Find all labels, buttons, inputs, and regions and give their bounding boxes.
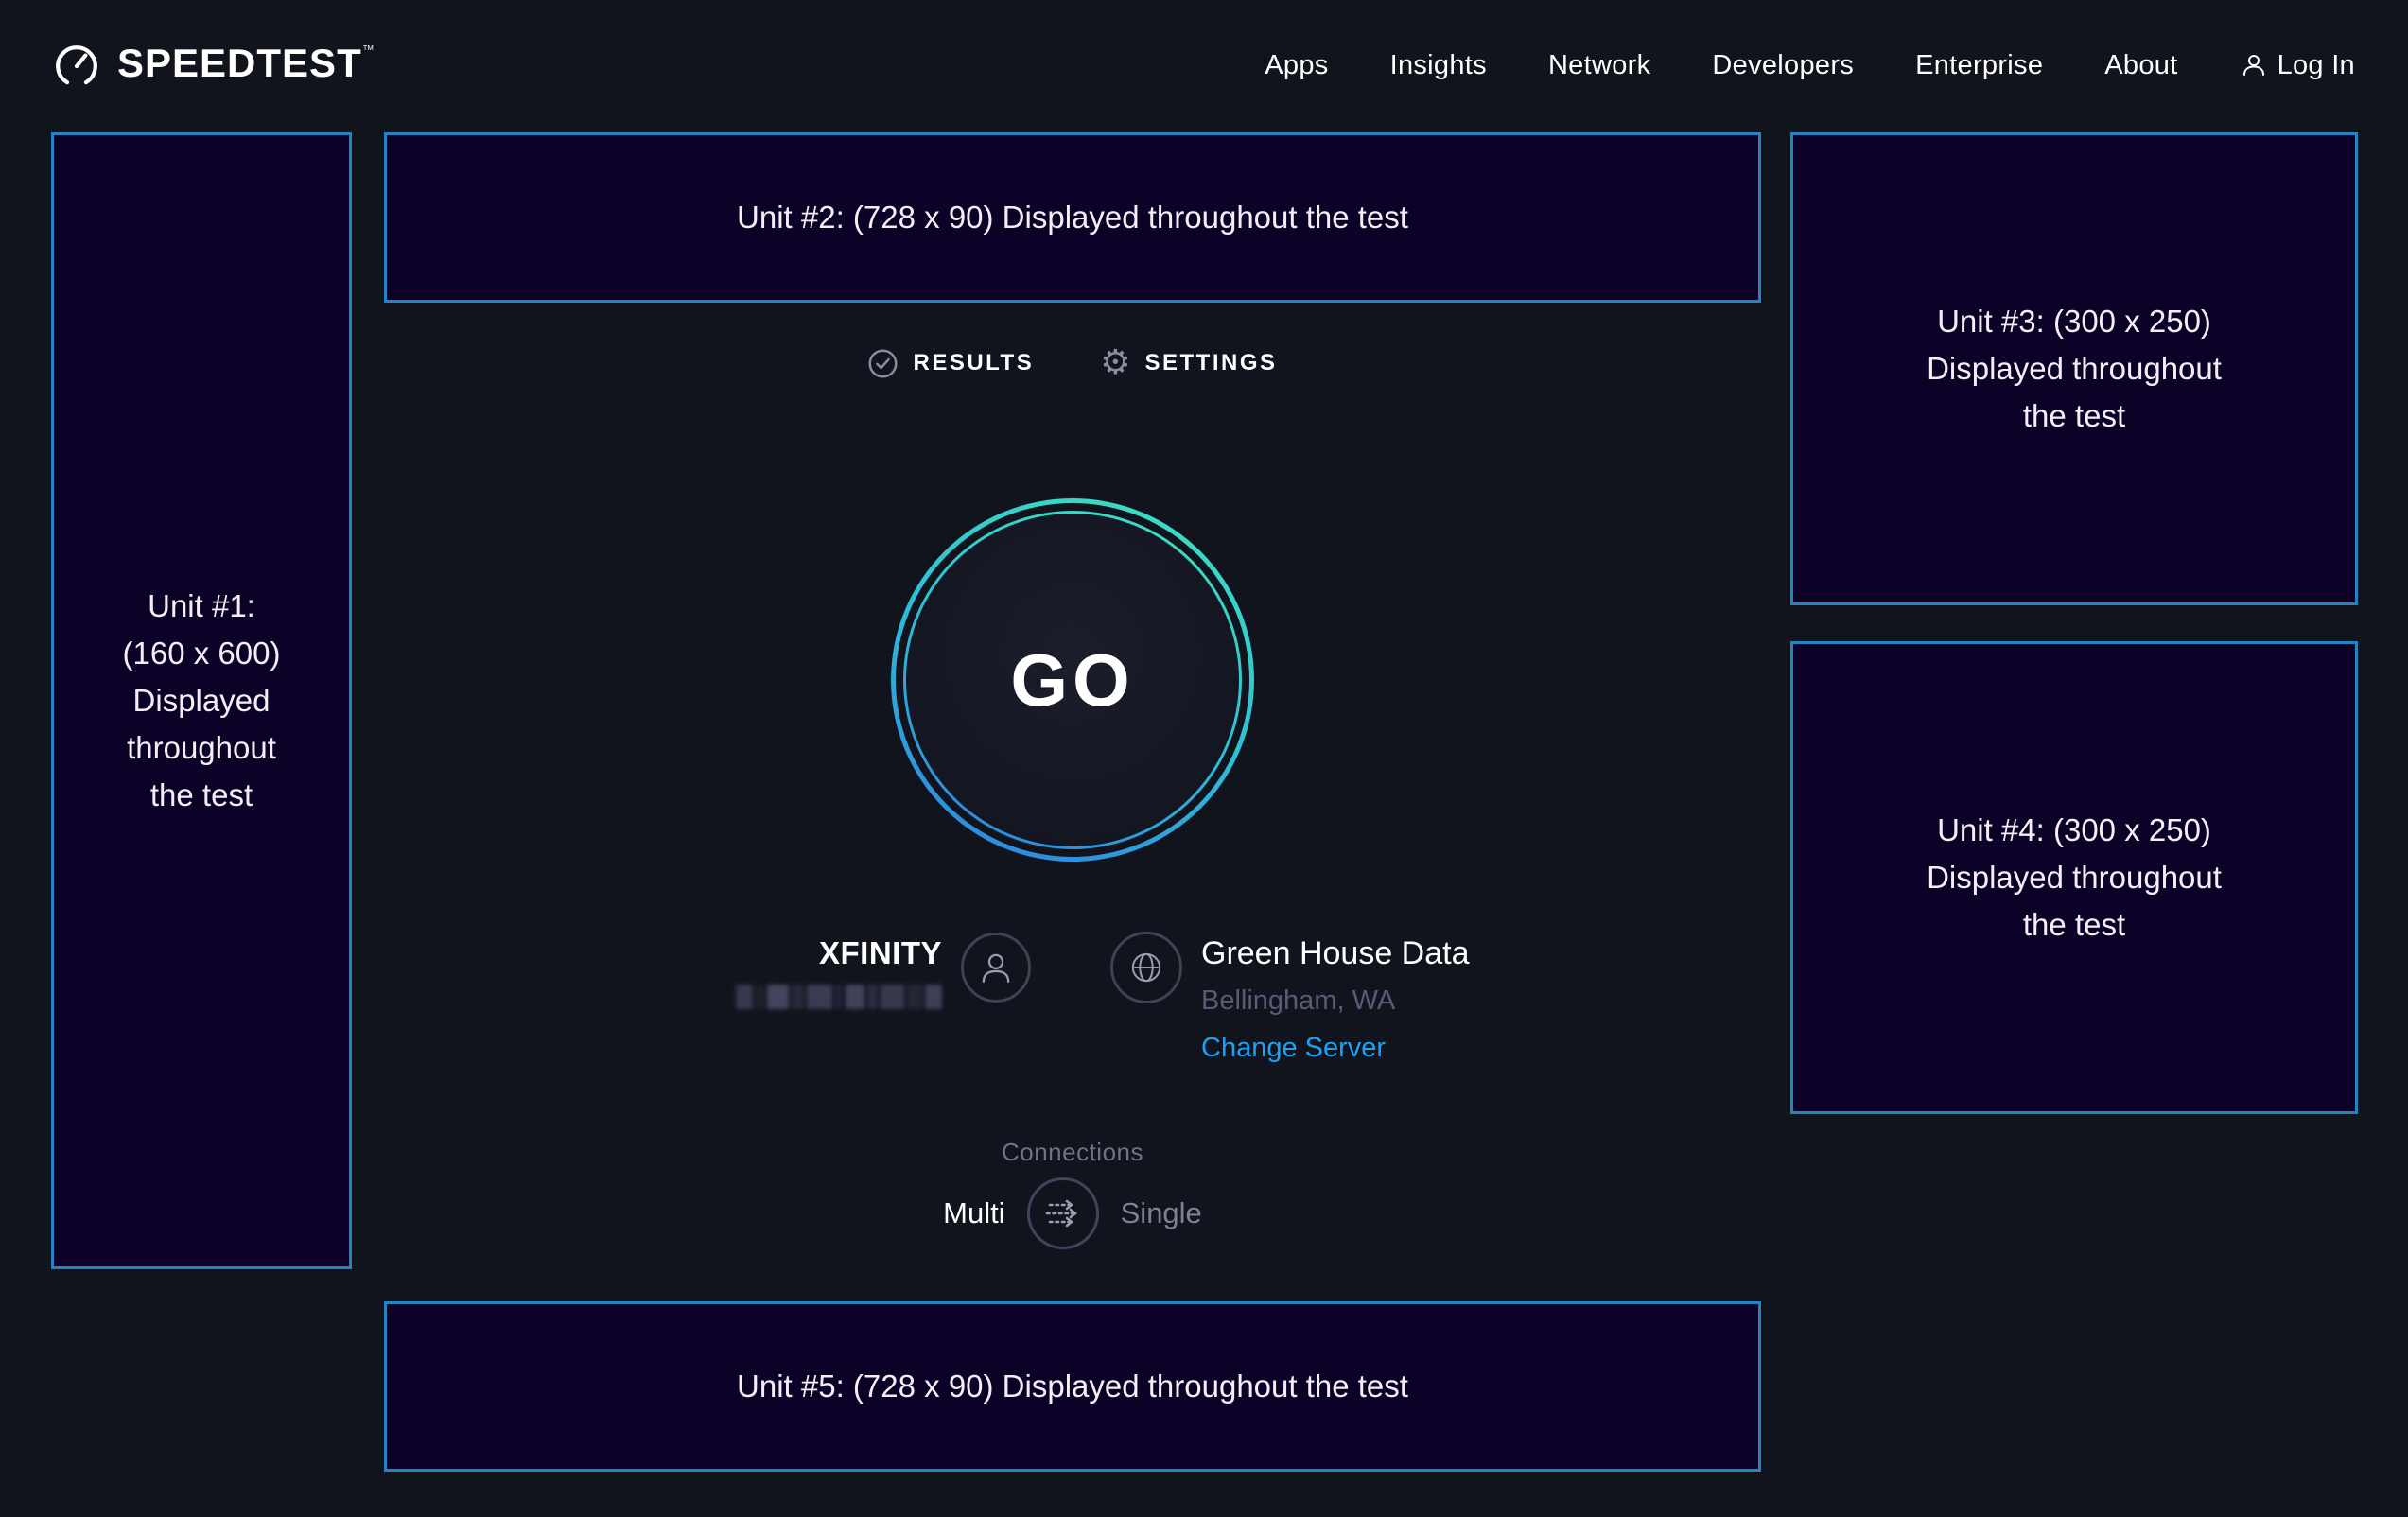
redacted-ip-address	[736, 985, 942, 1009]
connections-single-label[interactable]: Single	[1121, 1196, 1202, 1230]
change-server-link[interactable]: Change Server	[1201, 1034, 1470, 1062]
tab-settings-label: SETTINGS	[1145, 350, 1278, 376]
ad-unit-1-text: Unit #1: (160 x 600) Displayed throughou…	[115, 583, 288, 819]
go-button[interactable]: GO	[891, 498, 1254, 862]
connections-row: Multi Single	[384, 1177, 1761, 1250]
go-button-inner-ring: GO	[903, 511, 1242, 849]
person-icon	[976, 948, 1016, 987]
server-location: Bellingham, WA	[1201, 986, 1470, 1015]
ad-unit-3-rectangle: Unit #3: (300 x 250) Displayed throughou…	[1790, 132, 2358, 605]
isp-name: XFINITY	[819, 935, 942, 971]
tab-settings[interactable]: ⚙ SETTINGS	[1100, 346, 1277, 380]
tab-results[interactable]: RESULTS	[867, 348, 1034, 379]
tab-results-label: RESULTS	[913, 350, 1034, 376]
ad-unit-4-rectangle: Unit #4: (300 x 250) Displayed throughou…	[1790, 641, 2358, 1114]
login-button[interactable]: Log In	[2240, 50, 2355, 81]
nav-item-apps[interactable]: Apps	[1265, 50, 1328, 81]
ad-unit-5-leaderboard: Unit #5: (728 x 90) Displayed throughout…	[384, 1301, 1761, 1472]
top-nav: SPEEDTEST™ Apps Insights Network Develop…	[0, 0, 2408, 131]
go-button-label: GO	[1010, 637, 1134, 724]
brand-name: SPEEDTEST	[117, 41, 362, 85]
isp-user-badge	[961, 933, 1031, 1003]
ad-unit-2-text: Unit #2: (728 x 90) Displayed throughout…	[737, 194, 1408, 241]
ad-unit-3-text: Unit #3: (300 x 250) Displayed throughou…	[1910, 298, 2239, 440]
nav-item-network[interactable]: Network	[1548, 50, 1650, 81]
login-label: Log In	[2277, 50, 2355, 81]
speedtest-logo[interactable]: SPEEDTEST™	[53, 41, 375, 90]
trademark-mark: ™	[362, 43, 375, 57]
ad-unit-1-skyscraper: Unit #1: (160 x 600) Displayed throughou…	[51, 132, 352, 1269]
nav-item-insights[interactable]: Insights	[1390, 50, 1487, 81]
go-button-core: GO	[906, 514, 1239, 846]
go-button-ring-gap: GO	[896, 503, 1249, 857]
server-info: Green House Data Bellingham, WA Change S…	[1201, 935, 1470, 1062]
gear-icon: ⚙	[1100, 346, 1130, 380]
server-globe-badge	[1110, 932, 1182, 1003]
ad-unit-4-text: Unit #4: (300 x 250) Displayed throughou…	[1910, 807, 2239, 949]
connections-multi-label[interactable]: Multi	[943, 1196, 1004, 1230]
multi-connections-arrows-icon	[1042, 1193, 1084, 1234]
speedometer-gauge-icon	[53, 43, 100, 90]
check-circle-icon	[867, 348, 899, 379]
connections-toggle[interactable]	[1027, 1177, 1099, 1249]
connections-label: Connections	[384, 1138, 1761, 1167]
ad-unit-5-text: Unit #5: (728 x 90) Displayed throughout…	[737, 1363, 1408, 1410]
nav-item-enterprise[interactable]: Enterprise	[1915, 50, 2043, 81]
nav-item-developers[interactable]: Developers	[1712, 50, 1854, 81]
tabs-row: RESULTS ⚙ SETTINGS	[384, 340, 1761, 386]
nav-item-about[interactable]: About	[2104, 50, 2177, 81]
user-icon	[2240, 51, 2268, 79]
ad-unit-2-leaderboard: Unit #2: (728 x 90) Displayed throughout…	[384, 132, 1761, 303]
main-nav: Apps Insights Network Developers Enterpr…	[1265, 50, 2355, 81]
globe-icon	[1127, 949, 1165, 986]
server-name: Green House Data	[1201, 935, 1470, 971]
isp-block: XFINITY	[736, 935, 942, 1009]
